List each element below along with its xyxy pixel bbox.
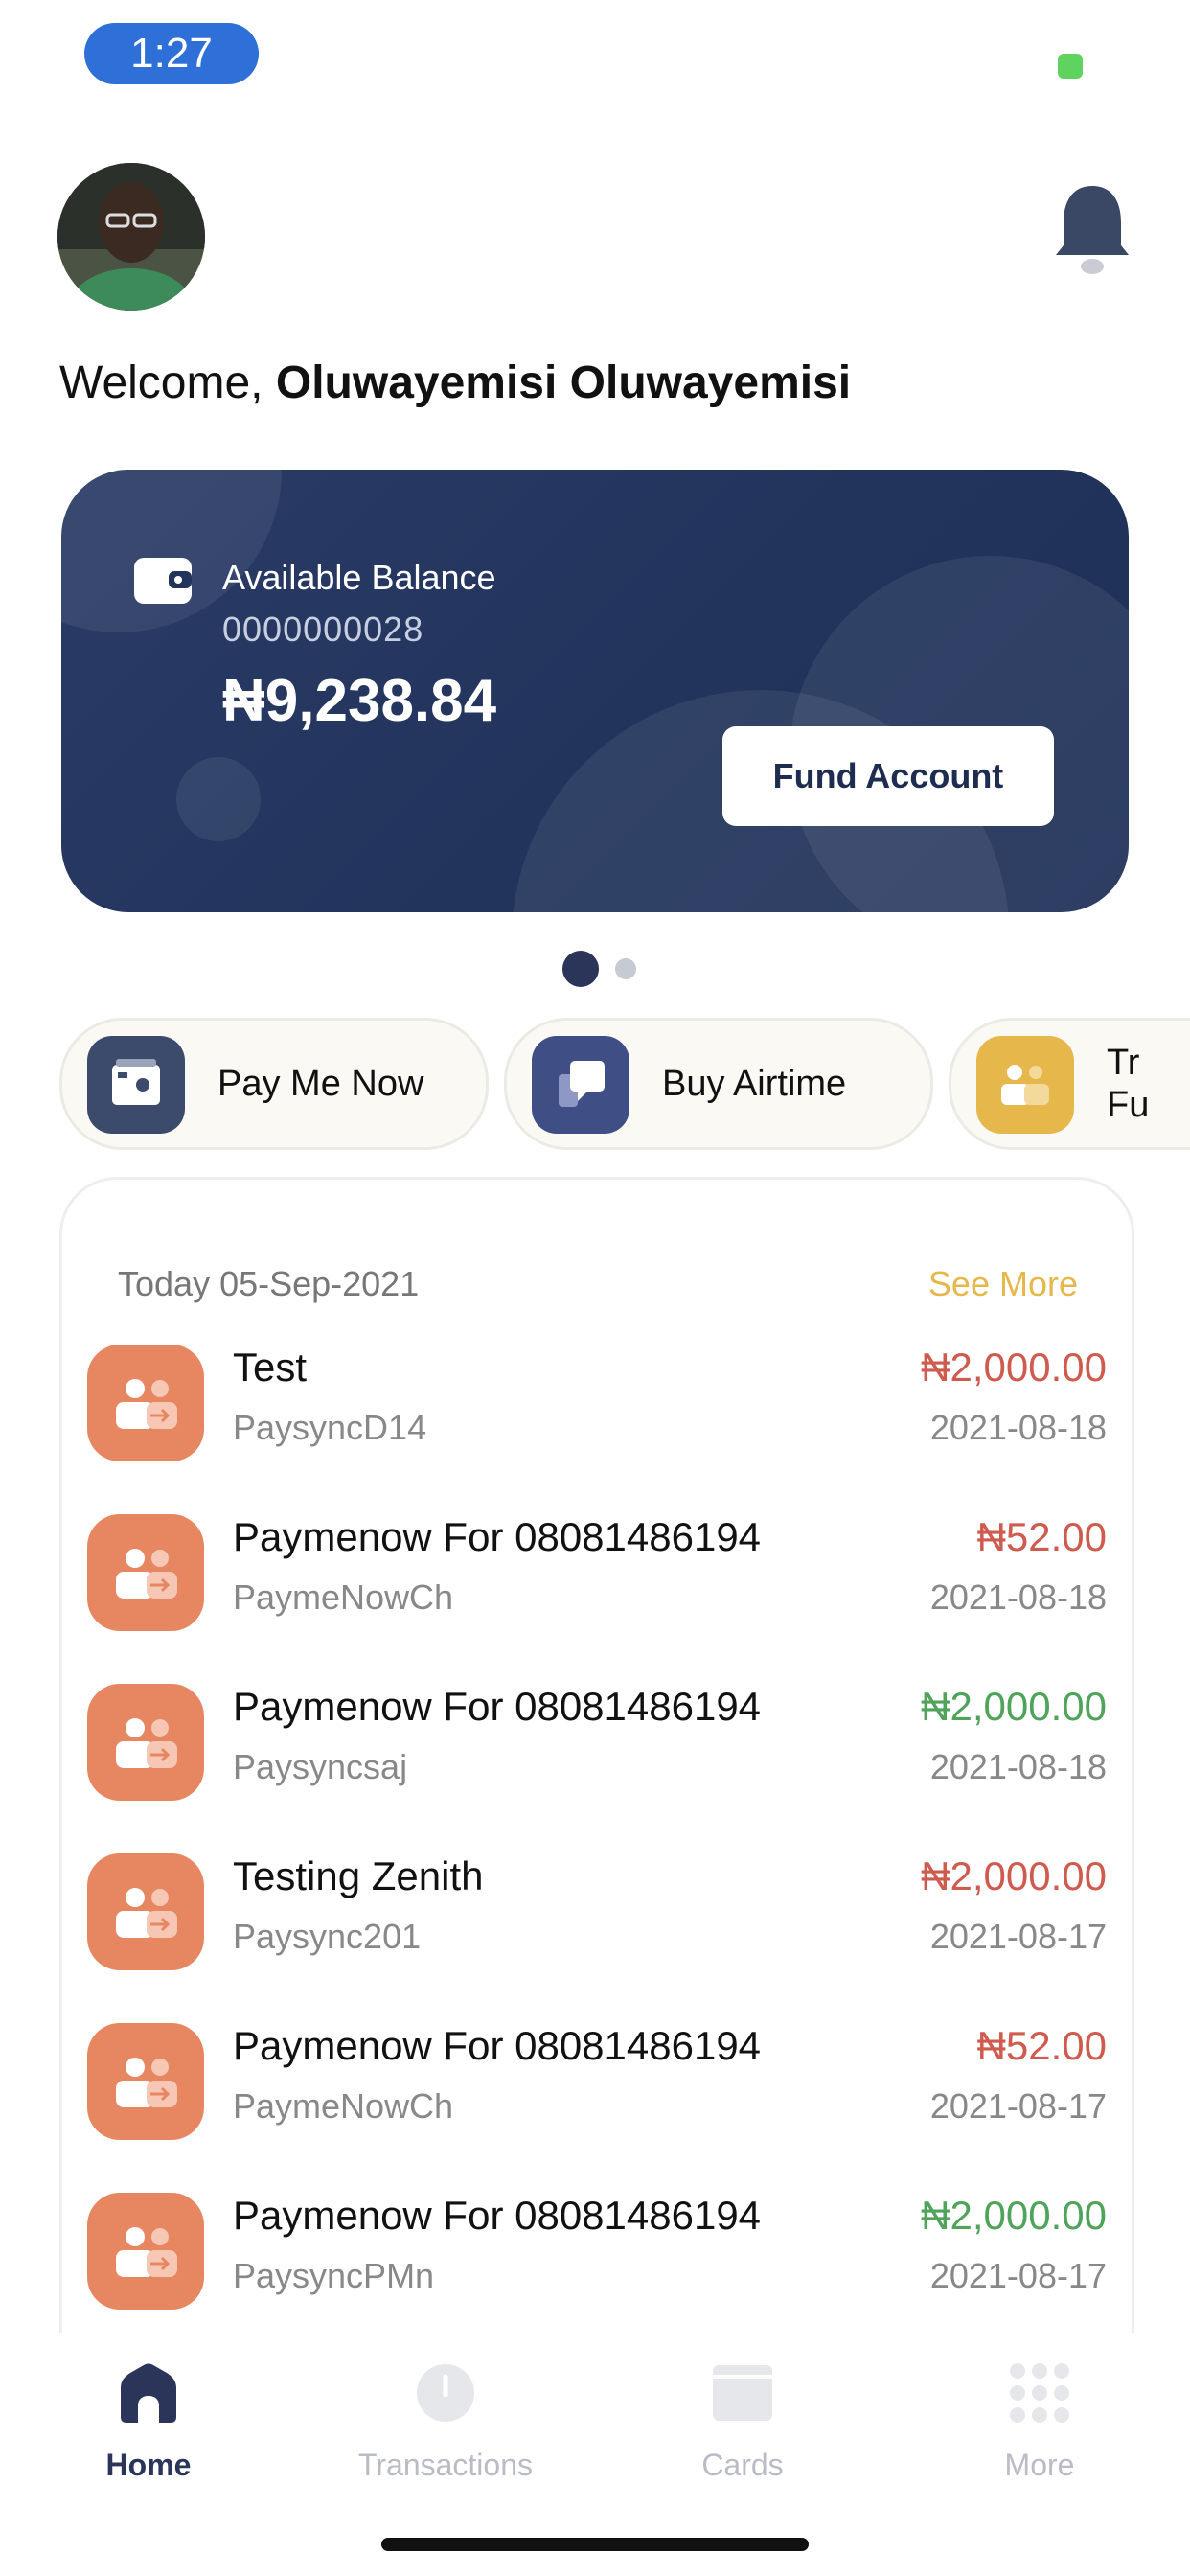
card-icon bbox=[713, 2365, 772, 2421]
transactions-date-label: Today 05-Sep-2021 bbox=[118, 1264, 420, 1303]
grid-dots-icon bbox=[1010, 2363, 1069, 2423]
transaction-date: 2021-08-18 bbox=[929, 1408, 1107, 1447]
nav-label: More bbox=[1004, 2448, 1075, 2482]
transaction-reference: PaymeNowCh bbox=[233, 1577, 454, 1617]
quick-action-pay-me-now[interactable]: Pay Me Now bbox=[59, 1018, 489, 1150]
transaction-amount: ₦2,000.00 bbox=[921, 1345, 1107, 1390]
transfer-icon bbox=[87, 2193, 204, 2310]
transaction-amount: ₦2,000.00 bbox=[921, 1684, 1107, 1729]
nav-label: Transactions bbox=[358, 2448, 533, 2482]
transfer-icon bbox=[87, 2023, 204, 2140]
account-number: 0000000028 bbox=[222, 610, 424, 649]
transaction-reference: Paysyncsaj bbox=[233, 1747, 408, 1786]
balance-amount: ₦9,238.84 bbox=[222, 668, 497, 734]
transaction-amount: ₦52.00 bbox=[976, 1514, 1107, 1559]
card-decor-circle bbox=[176, 757, 261, 841]
clock-icon bbox=[417, 2364, 474, 2422]
nav-more[interactable]: More bbox=[891, 2361, 1188, 2496]
transfer-icon bbox=[87, 1514, 204, 1631]
transaction-amount: ₦2,000.00 bbox=[921, 2193, 1107, 2238]
avatar[interactable] bbox=[57, 163, 205, 310]
transaction-title: Test bbox=[233, 1345, 308, 1390]
transaction-row[interactable]: Paymenow For 08081486194 PaymeNowCh ₦52.00… bbox=[62, 2023, 1132, 2193]
quick-action-transfer-funds[interactable]: Tr Fu bbox=[949, 1018, 1190, 1150]
welcome-prefix: Welcome, bbox=[59, 357, 263, 408]
nav-home[interactable]: Home bbox=[0, 2361, 297, 2496]
transactions-panel: Today 05-Sep-2021 See More Test PaysyncD1… bbox=[59, 1177, 1134, 2426]
fund-account-button[interactable]: Fund Account bbox=[722, 726, 1054, 826]
see-more-link[interactable]: See More bbox=[928, 1264, 1078, 1304]
transfer-funds-icon bbox=[976, 1036, 1074, 1134]
quick-action-label: Buy Airtime bbox=[662, 1064, 847, 1104]
transaction-date: 2021-08-18 bbox=[929, 1577, 1107, 1617]
bottom-nav: Home Transactions Cards More bbox=[0, 2333, 1190, 2524]
transaction-date: 2021-08-17 bbox=[929, 2086, 1107, 2126]
transaction-reference: PaysyncD14 bbox=[233, 1408, 427, 1447]
home-indicator bbox=[381, 2538, 809, 2551]
balance-label: Available Balance bbox=[222, 558, 496, 597]
wallet-cash-icon bbox=[87, 1036, 185, 1134]
wallet-icon bbox=[134, 554, 192, 606]
pager-dot-active[interactable] bbox=[562, 951, 599, 987]
transaction-title: Paymenow For 08081486194 bbox=[233, 1684, 762, 1729]
transaction-title: Paymenow For 08081486194 bbox=[233, 2193, 762, 2238]
bell-icon[interactable] bbox=[1052, 182, 1133, 278]
transaction-row[interactable]: Paymenow For 08081486194 Paysyncsaj ₦2,000… bbox=[62, 1684, 1132, 1853]
nav-label: Home bbox=[105, 2448, 192, 2482]
transaction-row[interactable]: Testing Zenith Paysync201 ₦2,000.00 2021-08… bbox=[62, 1853, 1132, 2023]
transaction-amount: ₦2,000.00 bbox=[921, 1853, 1107, 1898]
transaction-row[interactable]: Paymenow For 08081486194 PaymeNowCh ₦52.00… bbox=[62, 1514, 1132, 1684]
transaction-title: Paymenow For 08081486194 bbox=[233, 2023, 762, 2068]
transaction-reference: PaysyncPMn bbox=[233, 2256, 435, 2295]
transaction-title: Testing Zenith bbox=[233, 1853, 484, 1898]
welcome-text: Welcome, Oluwayemisi Oluwayemisi bbox=[59, 356, 851, 409]
transaction-date: 2021-08-18 bbox=[929, 1747, 1107, 1786]
status-time: 1:27 bbox=[84, 23, 259, 84]
card-pager bbox=[0, 951, 1190, 989]
battery-icon bbox=[1058, 54, 1083, 79]
quick-action-label: Pay Me Now bbox=[217, 1064, 424, 1104]
phone-airtime-icon bbox=[532, 1036, 629, 1134]
transaction-date: 2021-08-17 bbox=[929, 1917, 1107, 1956]
transfer-icon bbox=[87, 1345, 204, 1461]
pager-dot[interactable] bbox=[615, 958, 636, 979]
card-decor-circle bbox=[61, 470, 282, 632]
nav-label: Cards bbox=[701, 2448, 784, 2482]
transaction-reference: Paysync201 bbox=[233, 1917, 422, 1956]
user-name: Oluwayemisi Oluwayemisi bbox=[275, 357, 852, 408]
transaction-title: Paymenow For 08081486194 bbox=[233, 1514, 762, 1559]
nav-cards[interactable]: Cards bbox=[594, 2361, 891, 2496]
quick-action-buy-airtime[interactable]: Buy Airtime bbox=[504, 1018, 933, 1150]
home-icon bbox=[121, 2363, 176, 2423]
transfer-icon bbox=[87, 1853, 204, 1970]
balance-card[interactable]: Available Balance 0000000028 ₦9,238.84 F… bbox=[61, 470, 1129, 912]
transfer-icon bbox=[87, 1684, 204, 1801]
quick-action-label: Tr Fu bbox=[1107, 1043, 1150, 1125]
transaction-amount: ₦52.00 bbox=[976, 2023, 1107, 2068]
transaction-date: 2021-08-17 bbox=[929, 2256, 1107, 2295]
quick-actions: Pay Me Now Buy Airtime Tr Fu bbox=[0, 1018, 1190, 1150]
transaction-row[interactable]: Test PaysyncD14 ₦2,000.00 2021-08-18 bbox=[62, 1345, 1132, 1514]
nav-transactions[interactable]: Transactions bbox=[297, 2361, 594, 2496]
transaction-reference: PaymeNowCh bbox=[233, 2086, 454, 2126]
